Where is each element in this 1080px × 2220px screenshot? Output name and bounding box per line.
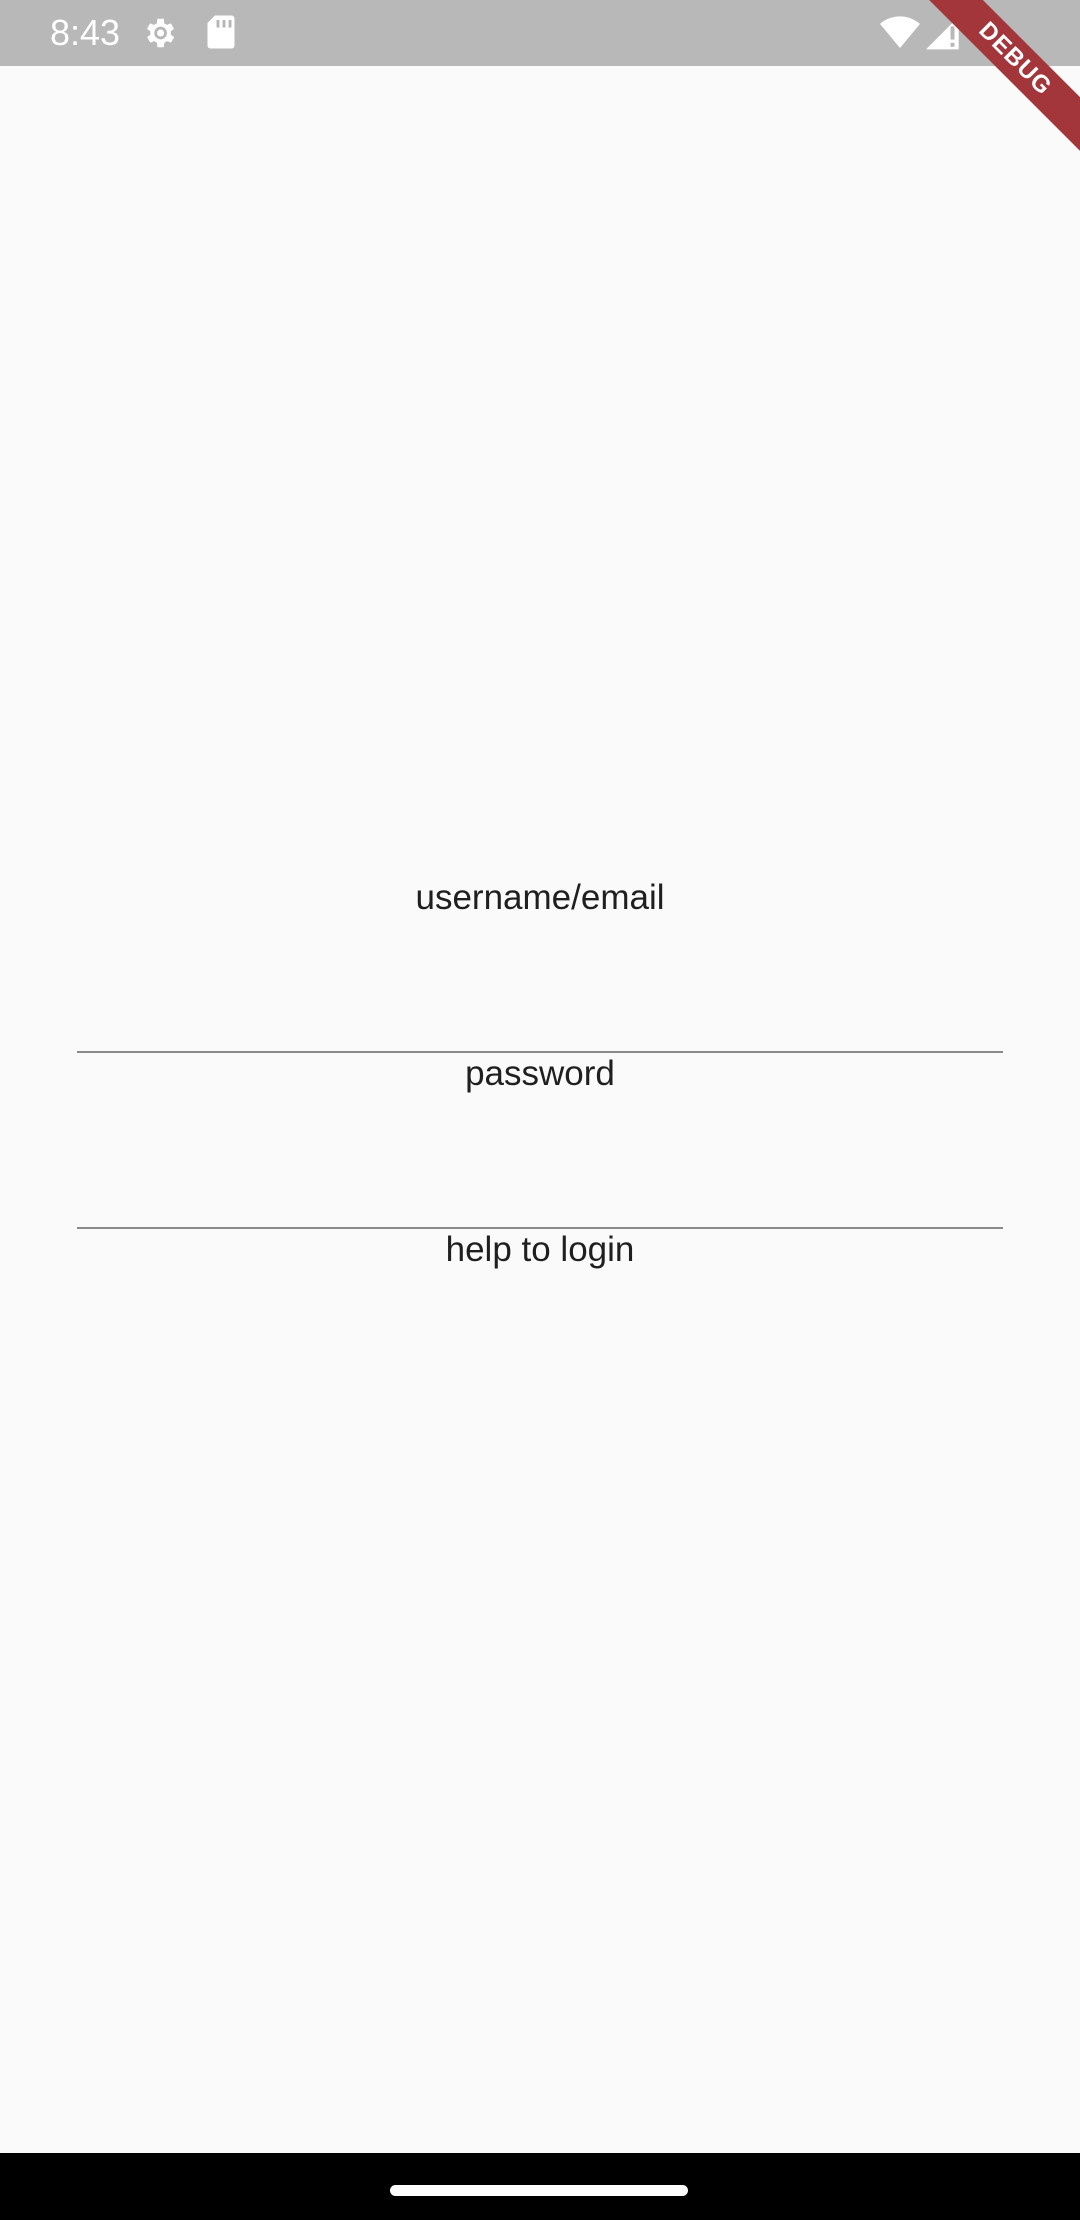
wifi-icon [880,16,920,55]
navigation-bar [0,2153,1080,2220]
status-bar: 8:43 [0,0,1080,66]
login-form: username/email password help to login [0,66,1080,2153]
username-label: username/email [415,878,665,917]
username-email-field[interactable] [77,973,1003,1053]
sd-card-icon [206,14,236,55]
password-label: password [465,1054,615,1093]
settings-gear-icon [140,14,178,57]
home-gesture-pill[interactable] [390,2185,688,2196]
status-time: 8:43 [50,12,121,53]
password-field[interactable] [77,1149,1003,1229]
help-to-login-link[interactable]: help to login [0,1230,1080,1270]
